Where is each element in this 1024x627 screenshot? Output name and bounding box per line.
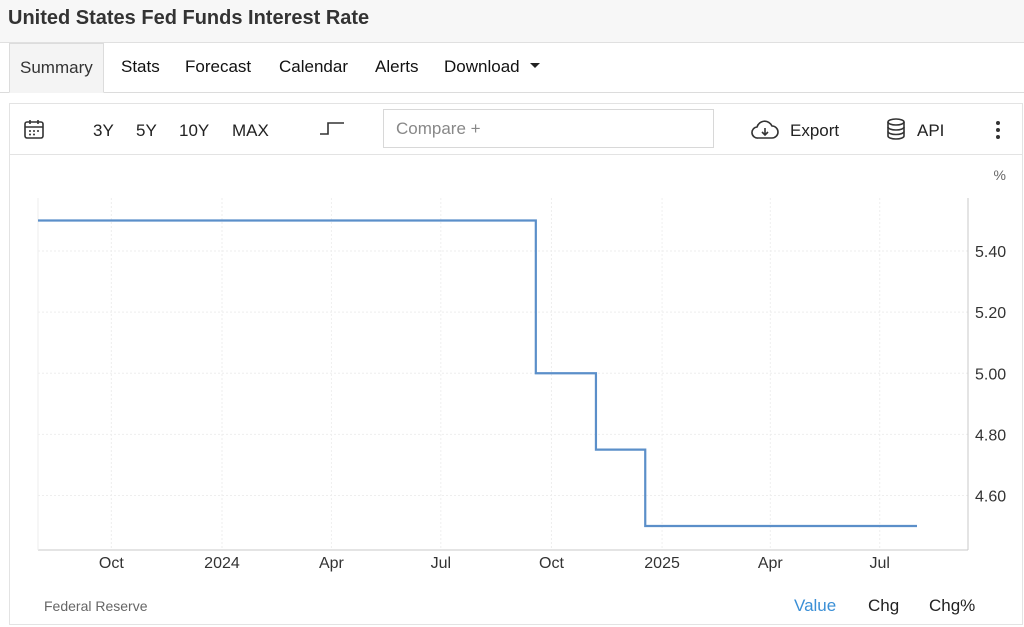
x-tick-label: 2025 [644, 555, 680, 572]
y-tick-label: 4.60 [975, 488, 1006, 505]
x-tick-label: 2024 [204, 555, 240, 572]
chart: Oct 2024 Apr Jul Oct 2025 Apr Jul 4.60 4.80 5.00 5.… [37, 167, 1006, 572]
series-line [38, 219, 917, 528]
value-tab[interactable]: Value [794, 596, 836, 616]
x-tick-label: Apr [319, 555, 345, 572]
x-tick-label: Jul [869, 555, 889, 572]
y-unit-label: % [994, 167, 1006, 183]
x-tick-label: Apr [758, 555, 784, 572]
y-tick-label: 4.80 [975, 427, 1006, 444]
x-tick-label: Oct [99, 555, 124, 572]
change-percent-tab[interactable]: Chg% [929, 596, 975, 616]
y-tick-label: 5.00 [975, 366, 1006, 383]
y-tick-label: 5.40 [975, 244, 1006, 261]
x-tick-label: Jul [431, 555, 451, 572]
change-tab[interactable]: Chg [868, 596, 899, 616]
y-tick-label: 5.20 [975, 305, 1006, 322]
source-label: Federal Reserve [44, 598, 148, 614]
x-tick-label: Oct [539, 555, 564, 572]
